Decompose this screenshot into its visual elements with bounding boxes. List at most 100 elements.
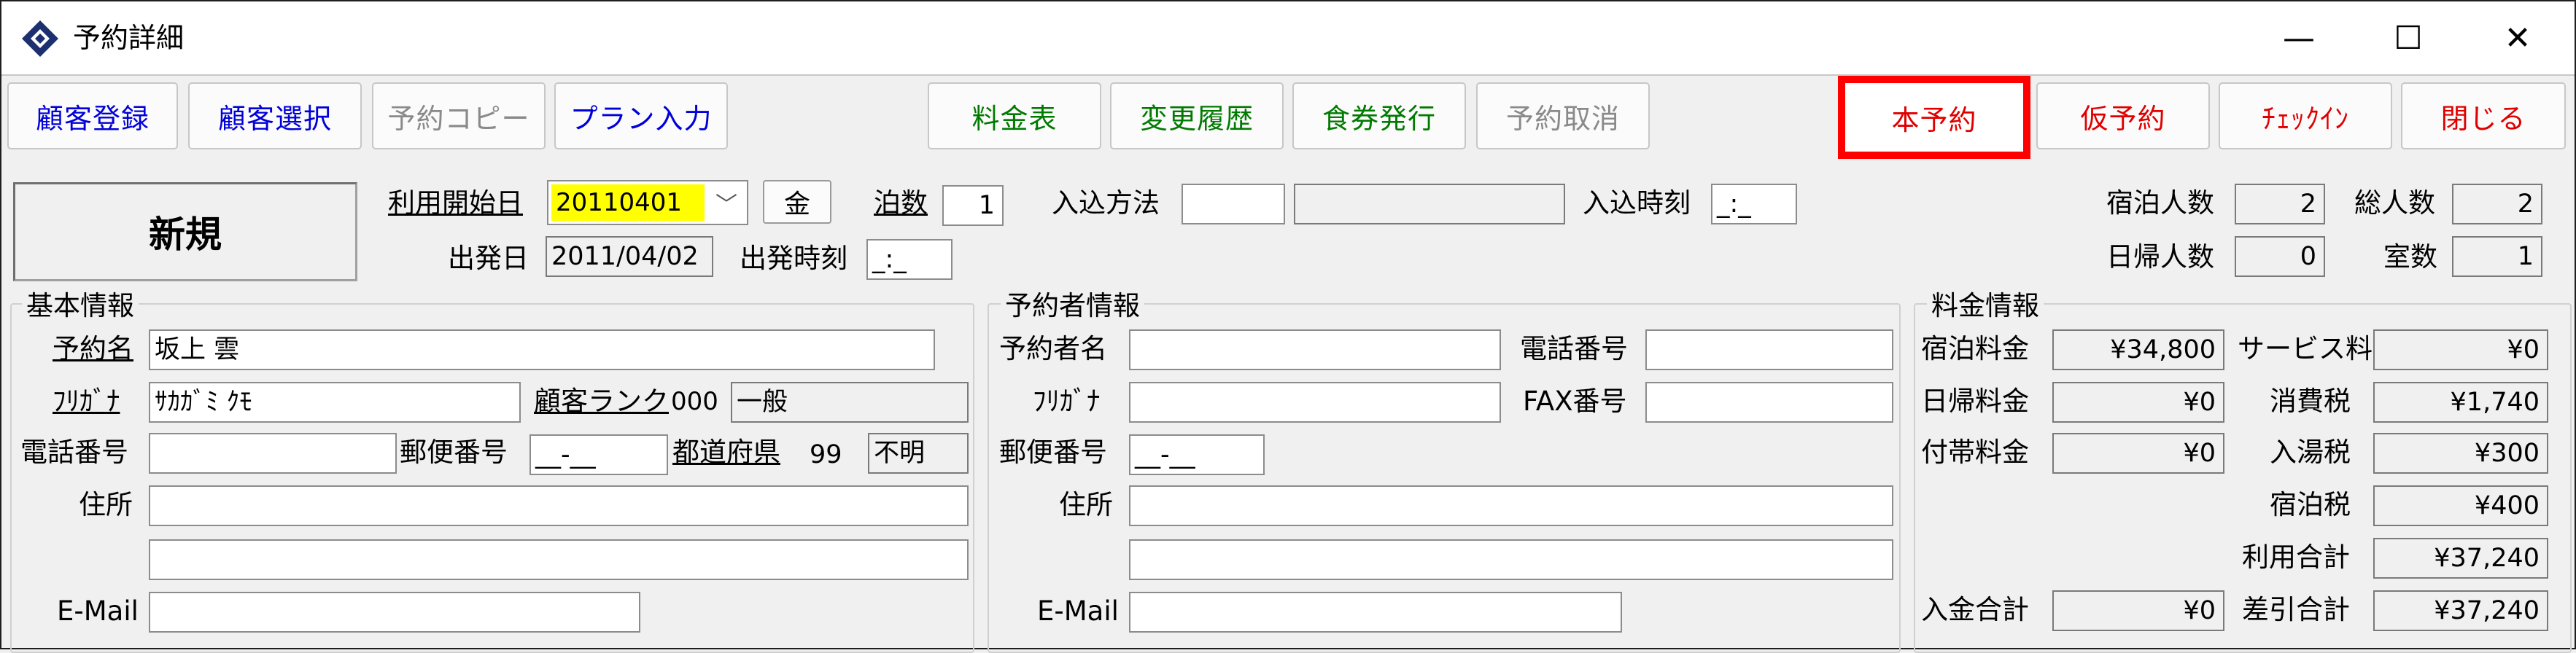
customer-select-button[interactable]: 顧客選択 [188,82,362,149]
booker-kana-field[interactable] [1129,382,1501,423]
booker-info-title: 予約者情報 [1001,289,1144,324]
booker-email-field[interactable] [1129,592,1622,633]
customer-rank-label: 顧客ランク [534,386,669,417]
change-history-button[interactable]: 変更履歴 [1110,82,1284,149]
address-label: 住所 [79,489,133,520]
checkin-time-field[interactable]: _:_ [1711,184,1797,224]
booker-postal-label: 郵便番号 [999,437,1107,468]
app-logo-icon [22,20,58,57]
usage-total-field: ¥37,240 [2373,538,2548,579]
paid-total-field: ¥0 [2052,590,2224,631]
total-guests-field: 2 [2452,184,2542,224]
cancel-reservation-button[interactable]: 予約取消 [1476,82,1650,149]
reservation-name-label: 予約名 [53,333,133,364]
plan-input-button[interactable]: プラン入力 [554,82,728,149]
weekday-button[interactable]: 金 [763,180,831,224]
bath-tax-field: ¥300 [2373,433,2548,474]
customer-rank-code: 000 [671,387,718,416]
stay-guests-label: 宿泊人数 [2106,187,2214,219]
stay-fee-label: 宿泊料金 [1921,333,2029,364]
email-field[interactable] [149,592,640,633]
customer-rank-name: 一般 [731,382,969,423]
balance-total-field: ¥37,240 [2373,590,2548,631]
phone-label: 電話番号 [20,437,128,468]
usage-total-label: 利用合計 [2242,541,2350,573]
postal-code-field[interactable]: __-__ [529,434,668,475]
reservation-detail-window: 予約詳細 — ☐ ✕ 顧客登録 顧客選択 予約コピー プラン入力 料金表 変更履… [0,0,2576,653]
chevron-down-icon[interactable]: ﹀ [706,181,747,224]
checkin-time-label: 入込時刻 [1583,187,1691,219]
service-fee-label: サービス料 [2238,333,2373,364]
tentative-reservation-button[interactable]: 仮予約 [2036,82,2210,149]
prefecture-label: 都道府県 [672,437,780,468]
departure-date-field: 2011/04/02 [546,236,713,277]
start-date-combo[interactable]: 20110401 ﹀ [547,180,748,225]
departure-time-label: 出発時刻 [740,243,847,274]
stay-fee-field: ¥34,800 [2052,329,2224,370]
departure-date-label: 出発日 [448,243,529,274]
booker-postal-field[interactable]: __-__ [1129,434,1265,475]
close-icon: ✕ [2504,19,2532,57]
extra-fee-label: 付帯料金 [1921,437,2029,468]
rate-table-button[interactable]: 料金表 [928,82,1101,149]
checkin-button[interactable]: ﾁｪｯｸｲﾝ [2219,82,2392,149]
kana-label: ﾌﾘｶﾞﾅ [53,386,120,417]
meal-ticket-button[interactable]: 食券発行 [1292,82,1466,149]
nights-field[interactable]: 1 [942,185,1004,226]
checkin-method-label: 入込方法 [1052,187,1160,219]
rooms-label: 室数 [2383,241,2437,273]
booker-fax-label: FAX番号 [1523,386,1627,417]
prefecture-name: 不明 [868,433,969,474]
start-date-label: 利用開始日 [388,187,523,219]
minimize-button[interactable]: — [2244,1,2354,74]
consumption-tax-label: 消費税 [2270,386,2351,417]
booker-address-line1-field[interactable] [1129,485,1893,526]
day-guests-label: 日帰人数 [2106,241,2214,273]
day-fee-label: 日帰料金 [1921,386,2029,417]
customer-register-button[interactable]: 顧客登録 [7,82,178,149]
fee-info-title: 料金情報 [1927,289,2044,324]
address-line2-field[interactable] [149,539,969,580]
close-button[interactable]: 閉じる [2401,82,2566,149]
minimize-icon: — [2283,19,2315,57]
day-fee-field: ¥0 [2052,382,2224,423]
reservation-status: 新規 [13,182,357,281]
checkin-method-desc [1294,184,1565,224]
rooms-field: 1 [2452,236,2542,277]
start-date-value[interactable]: 20110401 [551,184,705,221]
total-guests-label: 総人数 [2354,187,2435,219]
balance-total-label: 差引合計 [2242,594,2350,625]
prefecture-code[interactable]: 99 [804,434,869,475]
title-bar: 予約詳細 — ☐ ✕ [1,1,2575,74]
toolbar-divider [1,74,2575,76]
maximize-button[interactable]: ☐ [2354,1,2463,74]
lodging-tax-field: ¥400 [2373,485,2548,526]
email-label: E-Mail [57,595,139,627]
basic-info-title: 基本情報 [22,289,139,324]
paid-total-label: 入金合計 [1921,594,2029,625]
booker-fax-field[interactable] [1645,382,1893,423]
booker-address-line2-field[interactable] [1129,539,1893,580]
booker-kana-label: ﾌﾘｶﾞﾅ [1033,386,1101,417]
departure-time-field[interactable]: _:_ [866,239,953,280]
postal-code-label: 郵便番号 [400,437,508,468]
confirm-reservation-button[interactable]: 本予約 [1838,76,2030,159]
service-fee-field: ¥0 [2373,329,2548,370]
address-line1-field[interactable] [149,485,969,526]
booker-name-label: 予約者名 [999,333,1107,364]
copy-reservation-button[interactable]: 予約コピー [372,82,546,149]
nights-label: 泊数 [874,187,928,219]
reservation-name-field[interactable]: 坂上 雲 [149,329,935,370]
consumption-tax-field: ¥1,740 [2373,382,2548,423]
booker-phone-field[interactable] [1645,329,1893,370]
kana-field[interactable]: ｻｶｶﾞﾐ ｸﾓ [149,382,521,423]
window-title: 予約詳細 [73,22,185,54]
checkin-method-field[interactable] [1182,184,1285,224]
phone-field[interactable] [149,433,397,474]
bath-tax-label: 入湯税 [2270,437,2351,468]
booker-address-label: 住所 [1059,489,1113,520]
close-window-button[interactable]: ✕ [2463,1,2572,74]
booker-phone-label: 電話番号 [1520,333,1628,364]
booker-email-label: E-Mail [1037,595,1119,627]
booker-name-field[interactable] [1129,329,1501,370]
